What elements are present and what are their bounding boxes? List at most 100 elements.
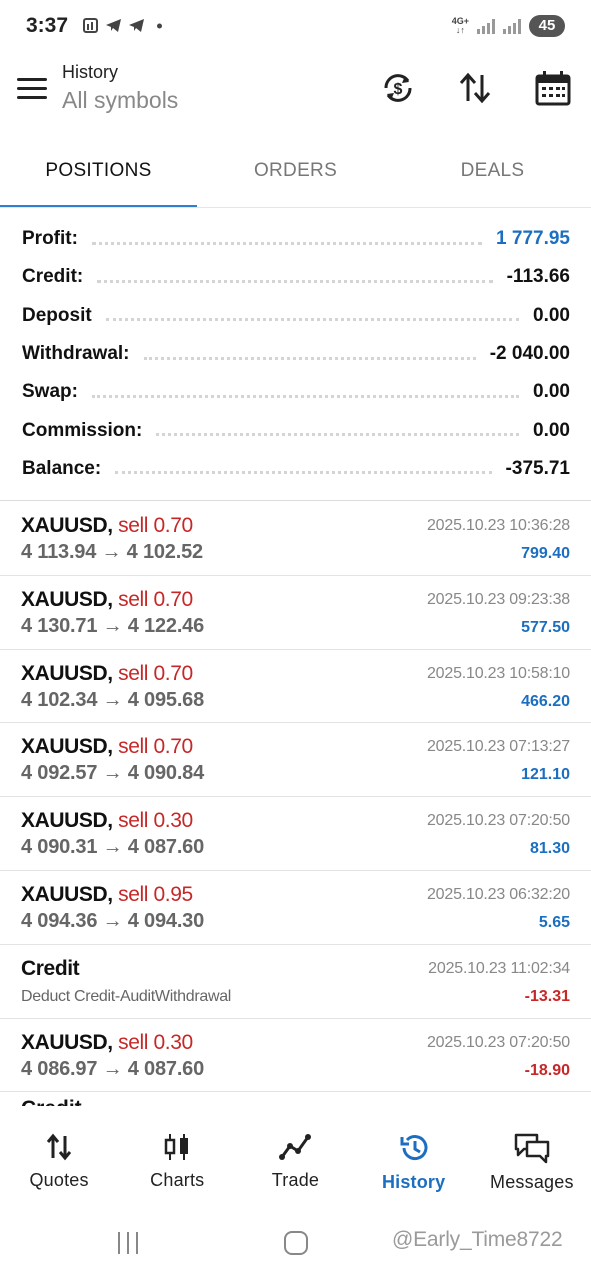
summary-row-profit: Profit: 1 777.95: [22, 220, 570, 258]
dotted-leader: [143, 356, 476, 360]
nav-quotes[interactable]: Quotes: [0, 1106, 118, 1206]
summary-row-swap: Swap: 0.00: [22, 373, 570, 411]
more-notifications-dot-icon: [151, 17, 168, 34]
list-item[interactable]: XAUUSD, sell 0.30 4 090.31 → 4 087.60 20…: [0, 797, 591, 871]
trade-icon: [279, 1134, 312, 1160]
list-item[interactable]: XAUUSD, sell 0.70 4 092.57 → 4 090.84 20…: [0, 723, 591, 798]
summary-value: 0.00: [533, 381, 570, 403]
status-time: 3:37: [26, 14, 69, 37]
dotted-leader: [115, 471, 492, 475]
summary-row-credit: Credit: -113.66: [22, 258, 570, 296]
dotted-leader: [91, 241, 483, 245]
deal-symbol: XAUUSD, sell 0.30: [21, 1031, 193, 1055]
symbol-text: XAUUSD,: [21, 661, 113, 685]
dotted-leader: [91, 394, 520, 398]
summary-label: Swap:: [22, 381, 78, 403]
deal-side: sell 0.70: [118, 735, 193, 759]
nav-label: Trade: [271, 1170, 320, 1190]
list-item[interactable]: Credit Deduct Credit-AuditWithdrawal 202…: [0, 945, 591, 1019]
calendar-icon[interactable]: [535, 70, 571, 106]
status-right: 4G+ ↓↑ 45: [452, 15, 565, 37]
deal-profit: 577.50: [521, 618, 570, 636]
symbol-text: XAUUSD,: [21, 809, 113, 833]
nav-messages[interactable]: Messages: [473, 1106, 591, 1206]
dollar-refresh-icon[interactable]: $: [381, 71, 415, 105]
deal-symbol: XAUUSD, sell 0.70: [21, 588, 193, 612]
tab-positions[interactable]: POSITIONS: [0, 140, 197, 208]
symbol-text: XAUUSD,: [21, 882, 113, 906]
nav-charts[interactable]: Charts: [118, 1106, 236, 1206]
battery-indicator: 45: [529, 15, 565, 37]
deal-profit: -18.90: [524, 1061, 570, 1079]
deal-prices: 4 102.34 → 4 095.68: [21, 688, 205, 711]
divider: [0, 500, 591, 501]
list-item[interactable]: XAUUSD, sell 0.70 4 113.94 → 4 102.52 20…: [0, 502, 591, 576]
appbar-actions: $: [381, 70, 571, 106]
list-item[interactable]: XAUUSD, sell 0.70 4 130.71 → 4 122.46 20…: [0, 576, 591, 650]
deal-time: 2025.10.23 07:20:50: [426, 1033, 570, 1051]
deal-profit: -13.31: [524, 987, 570, 1005]
nav-history[interactable]: History: [355, 1106, 473, 1206]
nav-label: Charts: [150, 1170, 205, 1190]
deal-profit: 799.40: [521, 545, 570, 562]
history-icon: [400, 1135, 428, 1161]
summary-label: Profit:: [22, 228, 78, 250]
deal-symbol: XAUUSD, sell 0.70: [21, 735, 193, 759]
sort-icon[interactable]: [457, 71, 493, 105]
nav-label: Quotes: [29, 1170, 89, 1190]
signal-icon: [477, 18, 495, 34]
home-icon[interactable]: [284, 1231, 308, 1255]
app-notification-icon: [82, 17, 99, 34]
partial-list-item[interactable]: Credit: [21, 1094, 82, 1106]
deal-time: 2025.10.23 10:58:10: [426, 664, 570, 682]
summary-row-withdrawal: Withdrawal: -2 040.00: [22, 335, 570, 373]
deal-time: 2025.10.23 09:23:38: [426, 590, 570, 608]
symbol-filter[interactable]: All symbols: [62, 87, 178, 114]
telegram-icon: [128, 17, 145, 34]
charts-icon: [165, 1134, 189, 1160]
nav-label: Messages: [490, 1172, 574, 1192]
deal-description: Deduct Credit-AuditWithdrawal: [21, 987, 232, 1005]
deal-profit: 121.10: [521, 766, 570, 784]
list-item[interactable]: XAUUSD, sell 0.95 4 094.36 → 4 094.30 20…: [0, 871, 591, 945]
summary-label: Deposit: [22, 304, 92, 326]
deal-prices: 4 094.36 → 4 094.30: [21, 909, 205, 932]
deal-symbol: XAUUSD, sell 0.70: [21, 662, 193, 686]
status-bar: 3:37 4G+ ↓↑ 45: [0, 0, 591, 56]
deal-time: 2025.10.23 06:32:20: [426, 885, 570, 903]
symbol-text: XAUUSD,: [21, 735, 113, 759]
messages-icon: [514, 1133, 550, 1164]
summary-value: -2 040.00: [489, 343, 570, 365]
symbol-text: XAUUSD,: [21, 587, 113, 611]
summary-row-commission: Commission: 0.00: [22, 411, 570, 449]
deal-side: sell 0.30: [118, 809, 193, 833]
deal-prices: 4 086.97 → 4 087.60: [21, 1057, 205, 1080]
list-item[interactable]: XAUUSD, sell 0.30 4 086.97 → 4 087.60 20…: [0, 1019, 591, 1093]
dotted-leader: [105, 318, 520, 322]
deal-side: sell 0.30: [118, 1030, 193, 1054]
deal-prices: 4 090.31 → 4 087.60: [21, 836, 205, 859]
deal-symbol: XAUUSD, sell 0.70: [21, 514, 193, 538]
nav-trade[interactable]: Trade: [236, 1106, 354, 1206]
deals-list: XAUUSD, sell 0.70 4 113.94 → 4 102.52 20…: [0, 502, 591, 1093]
deal-prices: 4 092.57 → 4 090.84: [21, 762, 205, 785]
bottom-nav: Quotes Charts Trade History Messages: [0, 1106, 591, 1206]
watermark: @Early_Time8722: [392, 1228, 563, 1251]
recents-icon[interactable]: [118, 1232, 138, 1254]
tab-orders[interactable]: ORDERS: [197, 140, 394, 208]
quotes-icon: [46, 1133, 72, 1161]
summary-value: -113.66: [506, 266, 570, 288]
divider: [0, 207, 591, 208]
deal-symbol: XAUUSD, sell 0.30: [21, 809, 193, 833]
data-arrows-icon: ↓↑: [455, 25, 465, 35]
tab-deals[interactable]: DEALS: [394, 140, 591, 208]
notification-icons: [82, 17, 168, 34]
menu-icon[interactable]: [17, 78, 47, 102]
app-bar: History All symbols $: [0, 56, 591, 132]
network-type: 4G+ ↓↑: [452, 17, 469, 35]
list-item[interactable]: XAUUSD, sell 0.70 4 102.34 → 4 095.68 20…: [0, 650, 591, 724]
summary-label: Credit:: [22, 266, 84, 288]
deal-side: sell 0.95: [118, 882, 193, 906]
deal-symbol: XAUUSD, sell 0.95: [21, 883, 193, 907]
symbol-text: XAUUSD,: [21, 1030, 113, 1054]
